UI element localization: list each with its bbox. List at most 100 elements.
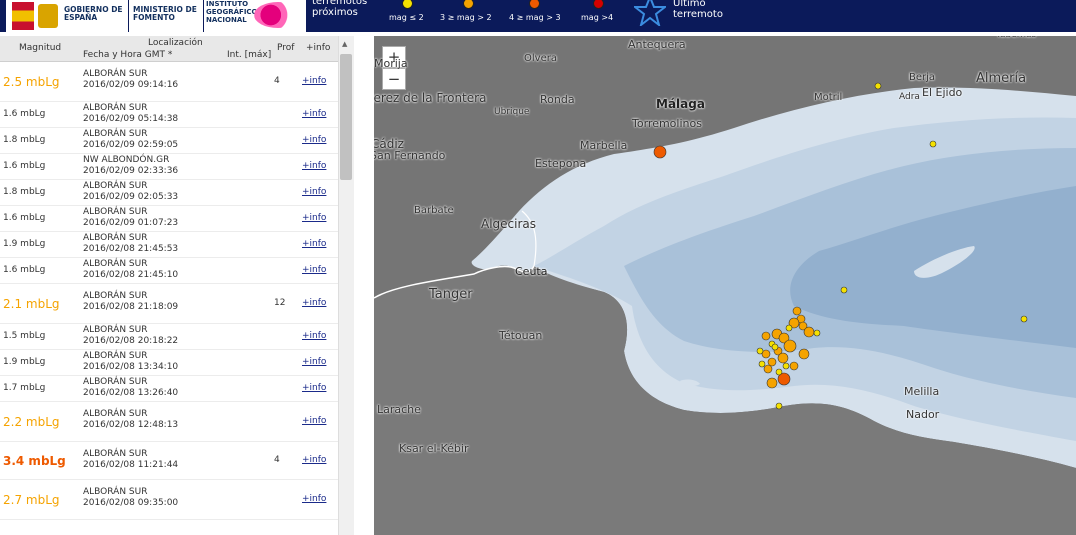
quake-marker[interactable] [771,343,779,351]
gobierno-logo: GOBIERNO DE ESPAÑA [6,0,128,32]
table-row[interactable]: 2.1 mbLg ALBORÁN SUR 2016/02/08 21:18:09 12… [0,284,338,324]
map-view[interactable]: + − Antequera Olvera Málaga Ronda Ubrique Tor… [374,36,1076,535]
row-info-link[interactable]: +info [302,265,326,275]
row-info-link[interactable]: +info [302,416,326,426]
quake-marker[interactable] [767,357,777,367]
row-location: ALBORÁN SUR 2016/02/08 21:45:10 [83,259,178,281]
quake-marker[interactable] [813,329,821,337]
row-datetime: 2016/02/08 13:26:40 [83,388,179,398]
table-row[interactable]: 1.6 mbLg ALBORÁN SUR 2016/02/09 01:07:23 +i… [0,206,338,232]
row-magnitude: 1.6 mbLg [3,161,46,171]
quake-marker[interactable] [840,286,848,294]
quake-marker[interactable] [761,331,771,341]
row-datetime: 2016/02/08 21:18:09 [83,302,179,312]
row-location: ALBORÁN SUR 2016/02/08 09:35:00 [83,487,178,509]
row-datetime: 2016/02/08 11:21:44 [83,460,179,470]
earthquake-list-panel: Magnitud Localización Fecha y Hora GMT *… [0,36,354,535]
map-label: Almería [976,71,1027,86]
legend-dot-darkorange-icon [529,0,540,9]
quake-marker[interactable] [785,324,793,332]
row-info-link[interactable]: +info [302,135,326,145]
quake-marker[interactable] [758,360,766,368]
table-row[interactable]: 1.9 mbLg ALBORÁN SUR 2016/02/08 21:45:53 +i… [0,232,338,258]
row-info-link[interactable]: +info [302,109,326,119]
quake-marker[interactable] [775,402,783,410]
map-label: Tétouan [499,329,543,342]
row-datetime: 2016/02/09 05:14:38 [83,114,179,124]
row-info-link[interactable]: +info [302,383,326,393]
quake-marker[interactable] [929,140,937,148]
row-magnitude: 1.8 mbLg [3,187,46,197]
scrollbar-thumb[interactable] [340,54,352,180]
quake-marker[interactable] [789,361,799,371]
fomento-label: MINISTERIO DE FOMENTO [133,5,197,22]
map-canvas[interactable] [374,36,1076,535]
col-prof[interactable]: Prof [277,43,294,53]
quake-marker[interactable] [775,368,783,376]
table-row[interactable]: 1.7 mbLg ALBORÁN SUR 2016/02/08 13:26:40 +i… [0,376,338,402]
map-label: Málaga [656,97,705,111]
row-datetime: 2016/02/08 13:34:10 [83,362,179,372]
row-location-name: ALBORÁN SUR [83,259,148,269]
table-row[interactable]: 1.6 mbLg NW ALBONDÓN.GR 2016/02/09 02:33:3… [0,154,338,180]
quake-marker[interactable] [1020,315,1028,323]
table-row[interactable]: 2.5 mbLg ALBORÁN SUR 2016/02/09 09:14:16 4 +… [0,62,338,102]
table-row[interactable]: 2.2 mbLg ALBORÁN SUR 2016/02/08 12:48:13 +i… [0,402,338,442]
row-location: ALBORÁN SUR 2016/02/08 21:45:53 [83,233,178,255]
row-info-link[interactable]: +info [302,357,326,367]
row-info-link[interactable]: +info [302,455,326,465]
zoom-out-button[interactable]: − [382,68,406,90]
quake-marker[interactable] [792,306,802,316]
quake-marker[interactable] [756,347,764,355]
scroll-up-arrow-icon[interactable]: ▲ [342,40,347,48]
ign-logo: INSTITUTO GEOGRÁFICO NACIONAL [204,0,306,32]
row-location-name: ALBORÁN SUR [83,233,148,243]
row-info-link[interactable]: +info [302,213,326,223]
quake-marker[interactable] [653,145,667,159]
row-location-name: ALBORÁN SUR [83,103,148,113]
map-label: Ubrique [494,107,530,117]
quake-marker[interactable] [763,364,773,374]
row-location-name: ALBORÁN SUR [83,325,148,335]
table-row[interactable]: 1.9 mbLg ALBORÁN SUR 2016/02/08 13:34:10 +i… [0,350,338,376]
table-row[interactable]: 3.4 mbLg ALBORÁN SUR 2016/02/08 11:21:44 4 +… [0,442,338,480]
table-row[interactable]: 1.8 mbLg ALBORÁN SUR 2016/02/09 02:59:05 +i… [0,128,338,154]
row-location: ALBORÁN SUR 2016/02/08 11:21:44 [83,449,178,471]
coat-of-arms-icon [12,2,34,30]
row-location: ALBORÁN SUR 2016/02/09 02:05:33 [83,181,178,203]
row-info-link[interactable]: +info [302,187,326,197]
col-info[interactable]: +info [306,43,330,53]
col-intensidad[interactable]: Int. [máx] [227,50,271,60]
row-location: NW ALBONDÓN.GR 2016/02/09 02:33:36 [83,155,178,177]
quake-marker[interactable] [783,339,797,353]
table-row[interactable]: 1.5 mbLg ALBORÁN SUR 2016/02/08 20:18:22 +i… [0,324,338,350]
row-info-link[interactable]: +info [302,76,326,86]
table-row[interactable]: 2.7 mbLg ALBORÁN SUR 2016/02/08 09:35:00 +i… [0,480,338,520]
row-info-link[interactable]: +info [302,331,326,341]
recent-quakes-label: terremotos próximos [312,0,368,18]
row-info-link[interactable]: +info [302,494,326,504]
col-localizacion[interactable]: Localización [148,38,203,48]
row-location: ALBORÁN SUR 2016/02/08 13:34:10 [83,351,178,373]
quake-marker[interactable] [777,352,789,364]
table-row[interactable]: 1.8 mbLg ALBORÁN SUR 2016/02/09 02:05:33 +i… [0,180,338,206]
map-label: Nador [906,408,940,421]
quake-marker[interactable] [766,377,778,389]
quake-marker[interactable] [798,348,810,360]
row-location: ALBORÁN SUR 2016/02/09 01:07:23 [83,207,178,229]
map-label: Jerez de la Frontera [374,91,487,105]
row-info-link[interactable]: +info [302,298,326,308]
row-datetime: 2016/02/09 02:05:33 [83,192,179,202]
col-fecha[interactable]: Fecha y Hora GMT * [83,50,172,60]
row-magnitude: 1.6 mbLg [3,213,46,223]
table-row[interactable]: 1.6 mbLg ALBORÁN SUR 2016/02/08 21:45:10 +i… [0,258,338,284]
quake-marker[interactable] [803,326,815,338]
row-magnitude: 2.7 mbLg [3,493,60,507]
quake-marker[interactable] [782,362,790,370]
col-magnitud[interactable]: Magnitud [19,43,61,53]
row-info-link[interactable]: +info [302,161,326,171]
table-header: Magnitud Localización Fecha y Hora GMT *… [0,36,338,62]
quake-marker[interactable] [874,82,882,90]
row-info-link[interactable]: +info [302,239,326,249]
table-row[interactable]: 1.6 mbLg ALBORÁN SUR 2016/02/09 05:14:38 +i… [0,102,338,128]
